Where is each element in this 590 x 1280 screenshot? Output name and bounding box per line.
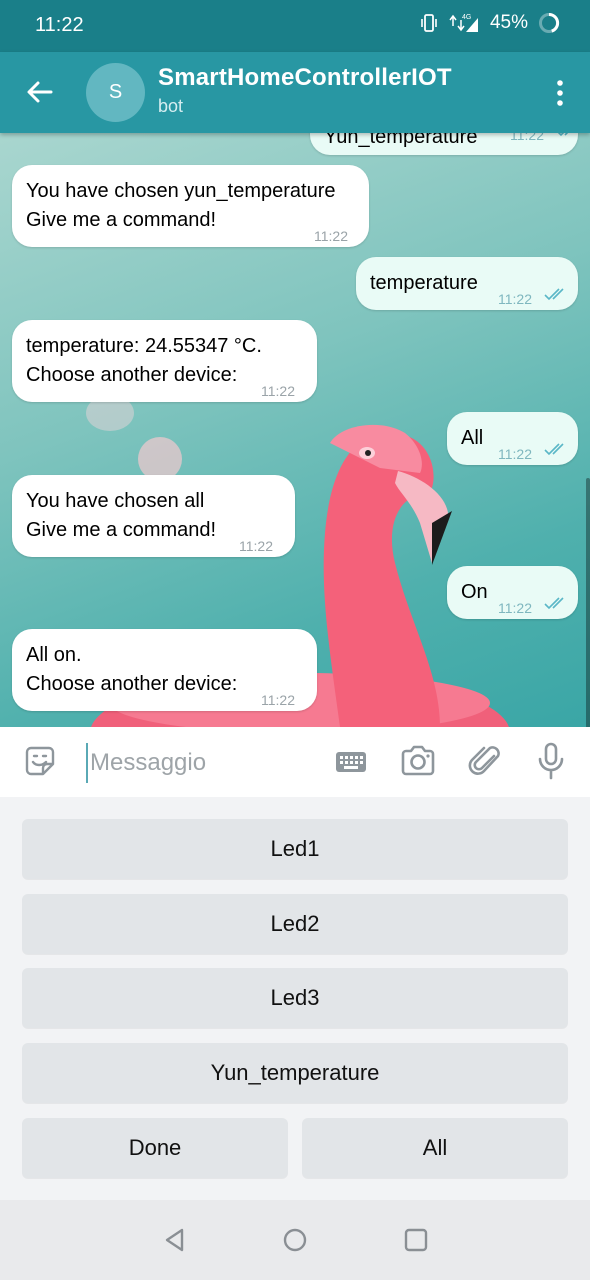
done-button[interactable]: Done xyxy=(22,1118,288,1178)
status-icons: 4G 45% xyxy=(420,12,560,34)
outgoing-message[interactable]: Yun_temperature 11:22 xyxy=(310,133,578,155)
message-time: 11:22 xyxy=(498,291,532,307)
chat-area[interactable]: Yun_temperature 11:22 You have chosen yun_… xyxy=(0,133,590,727)
message-input[interactable] xyxy=(86,743,322,783)
read-checkmarks-icon xyxy=(544,443,564,456)
chat-title[interactable]: SmartHomeControllerIOT xyxy=(158,64,452,92)
incoming-message[interactable]: All on. Choose another device: 11:22 xyxy=(12,629,317,711)
message-time: 11:22 xyxy=(261,692,295,708)
avatar-letter: S xyxy=(108,81,123,103)
avatar[interactable]: S xyxy=(86,63,145,122)
read-checkmarks-icon xyxy=(544,288,564,301)
battery-ring-icon xyxy=(539,12,560,33)
message-text: Give me a command! xyxy=(26,209,217,231)
read-checkmarks-icon xyxy=(557,133,569,137)
emoji-sticker-icon[interactable] xyxy=(23,744,57,778)
keyboard-icon[interactable] xyxy=(334,749,368,775)
message-text: You have chosen all xyxy=(26,490,205,512)
message-text: You have chosen yun_temperature xyxy=(26,180,336,202)
nav-recents-icon[interactable] xyxy=(404,1228,428,1252)
incoming-message[interactable]: You have chosen all Give me a command! 11:… xyxy=(12,475,295,557)
scroll-indicator[interactable] xyxy=(586,478,590,727)
outgoing-message[interactable]: All 11:22 xyxy=(447,412,578,465)
led1-button[interactable]: Led1 xyxy=(22,819,568,879)
led2-button[interactable]: Led2 xyxy=(22,894,568,954)
incoming-message[interactable]: You have chosen yun_temperature Give me a… xyxy=(12,165,369,247)
bot-keyboard: Led1 Led2 Led3 Yun_temperature Done All xyxy=(0,797,590,1200)
message-text: All on. xyxy=(26,644,82,666)
battery-percent: 45% xyxy=(489,12,528,33)
composer-bar xyxy=(0,727,590,798)
all-button[interactable]: All xyxy=(302,1118,568,1178)
network-type: 4G xyxy=(462,14,471,21)
message-time: 11:22 xyxy=(314,228,348,244)
status-time: 11:22 xyxy=(35,14,84,36)
microphone-icon[interactable] xyxy=(537,741,565,781)
message-time: 11:22 xyxy=(498,446,532,462)
nav-home-icon[interactable] xyxy=(283,1228,307,1252)
message-time: 11:22 xyxy=(510,133,544,143)
system-nav-bar xyxy=(0,1200,590,1280)
incoming-message[interactable]: temperature: 24.55347 °C. Choose another … xyxy=(12,320,317,402)
message-time: 11:22 xyxy=(261,383,295,399)
message-time: 11:22 xyxy=(498,600,532,616)
outgoing-message[interactable]: temperature 11:22 xyxy=(356,257,578,310)
read-checkmarks-icon xyxy=(544,597,564,610)
yun-temperature-button[interactable]: Yun_temperature xyxy=(22,1043,568,1103)
paperclip-icon[interactable] xyxy=(468,742,504,780)
led3-button[interactable]: Led3 xyxy=(22,968,568,1028)
message-text: temperature xyxy=(370,272,478,294)
message-text: temperature: 24.55347 °C. xyxy=(26,335,262,357)
signal-icon: 4G xyxy=(449,14,478,32)
vibrate-icon xyxy=(421,14,437,32)
message-time: 11:22 xyxy=(239,538,273,554)
chat-header: S SmartHomeControllerIOT bot xyxy=(0,52,590,133)
back-arrow-icon[interactable] xyxy=(24,76,56,108)
camera-icon[interactable] xyxy=(400,744,436,778)
nav-back-icon[interactable] xyxy=(162,1227,188,1253)
more-menu-icon[interactable] xyxy=(554,78,566,108)
chat-subtitle: bot xyxy=(158,96,184,116)
status-bar: 11:22 4G 45% xyxy=(0,0,590,52)
outgoing-message[interactable]: On 11:22 xyxy=(447,566,578,619)
